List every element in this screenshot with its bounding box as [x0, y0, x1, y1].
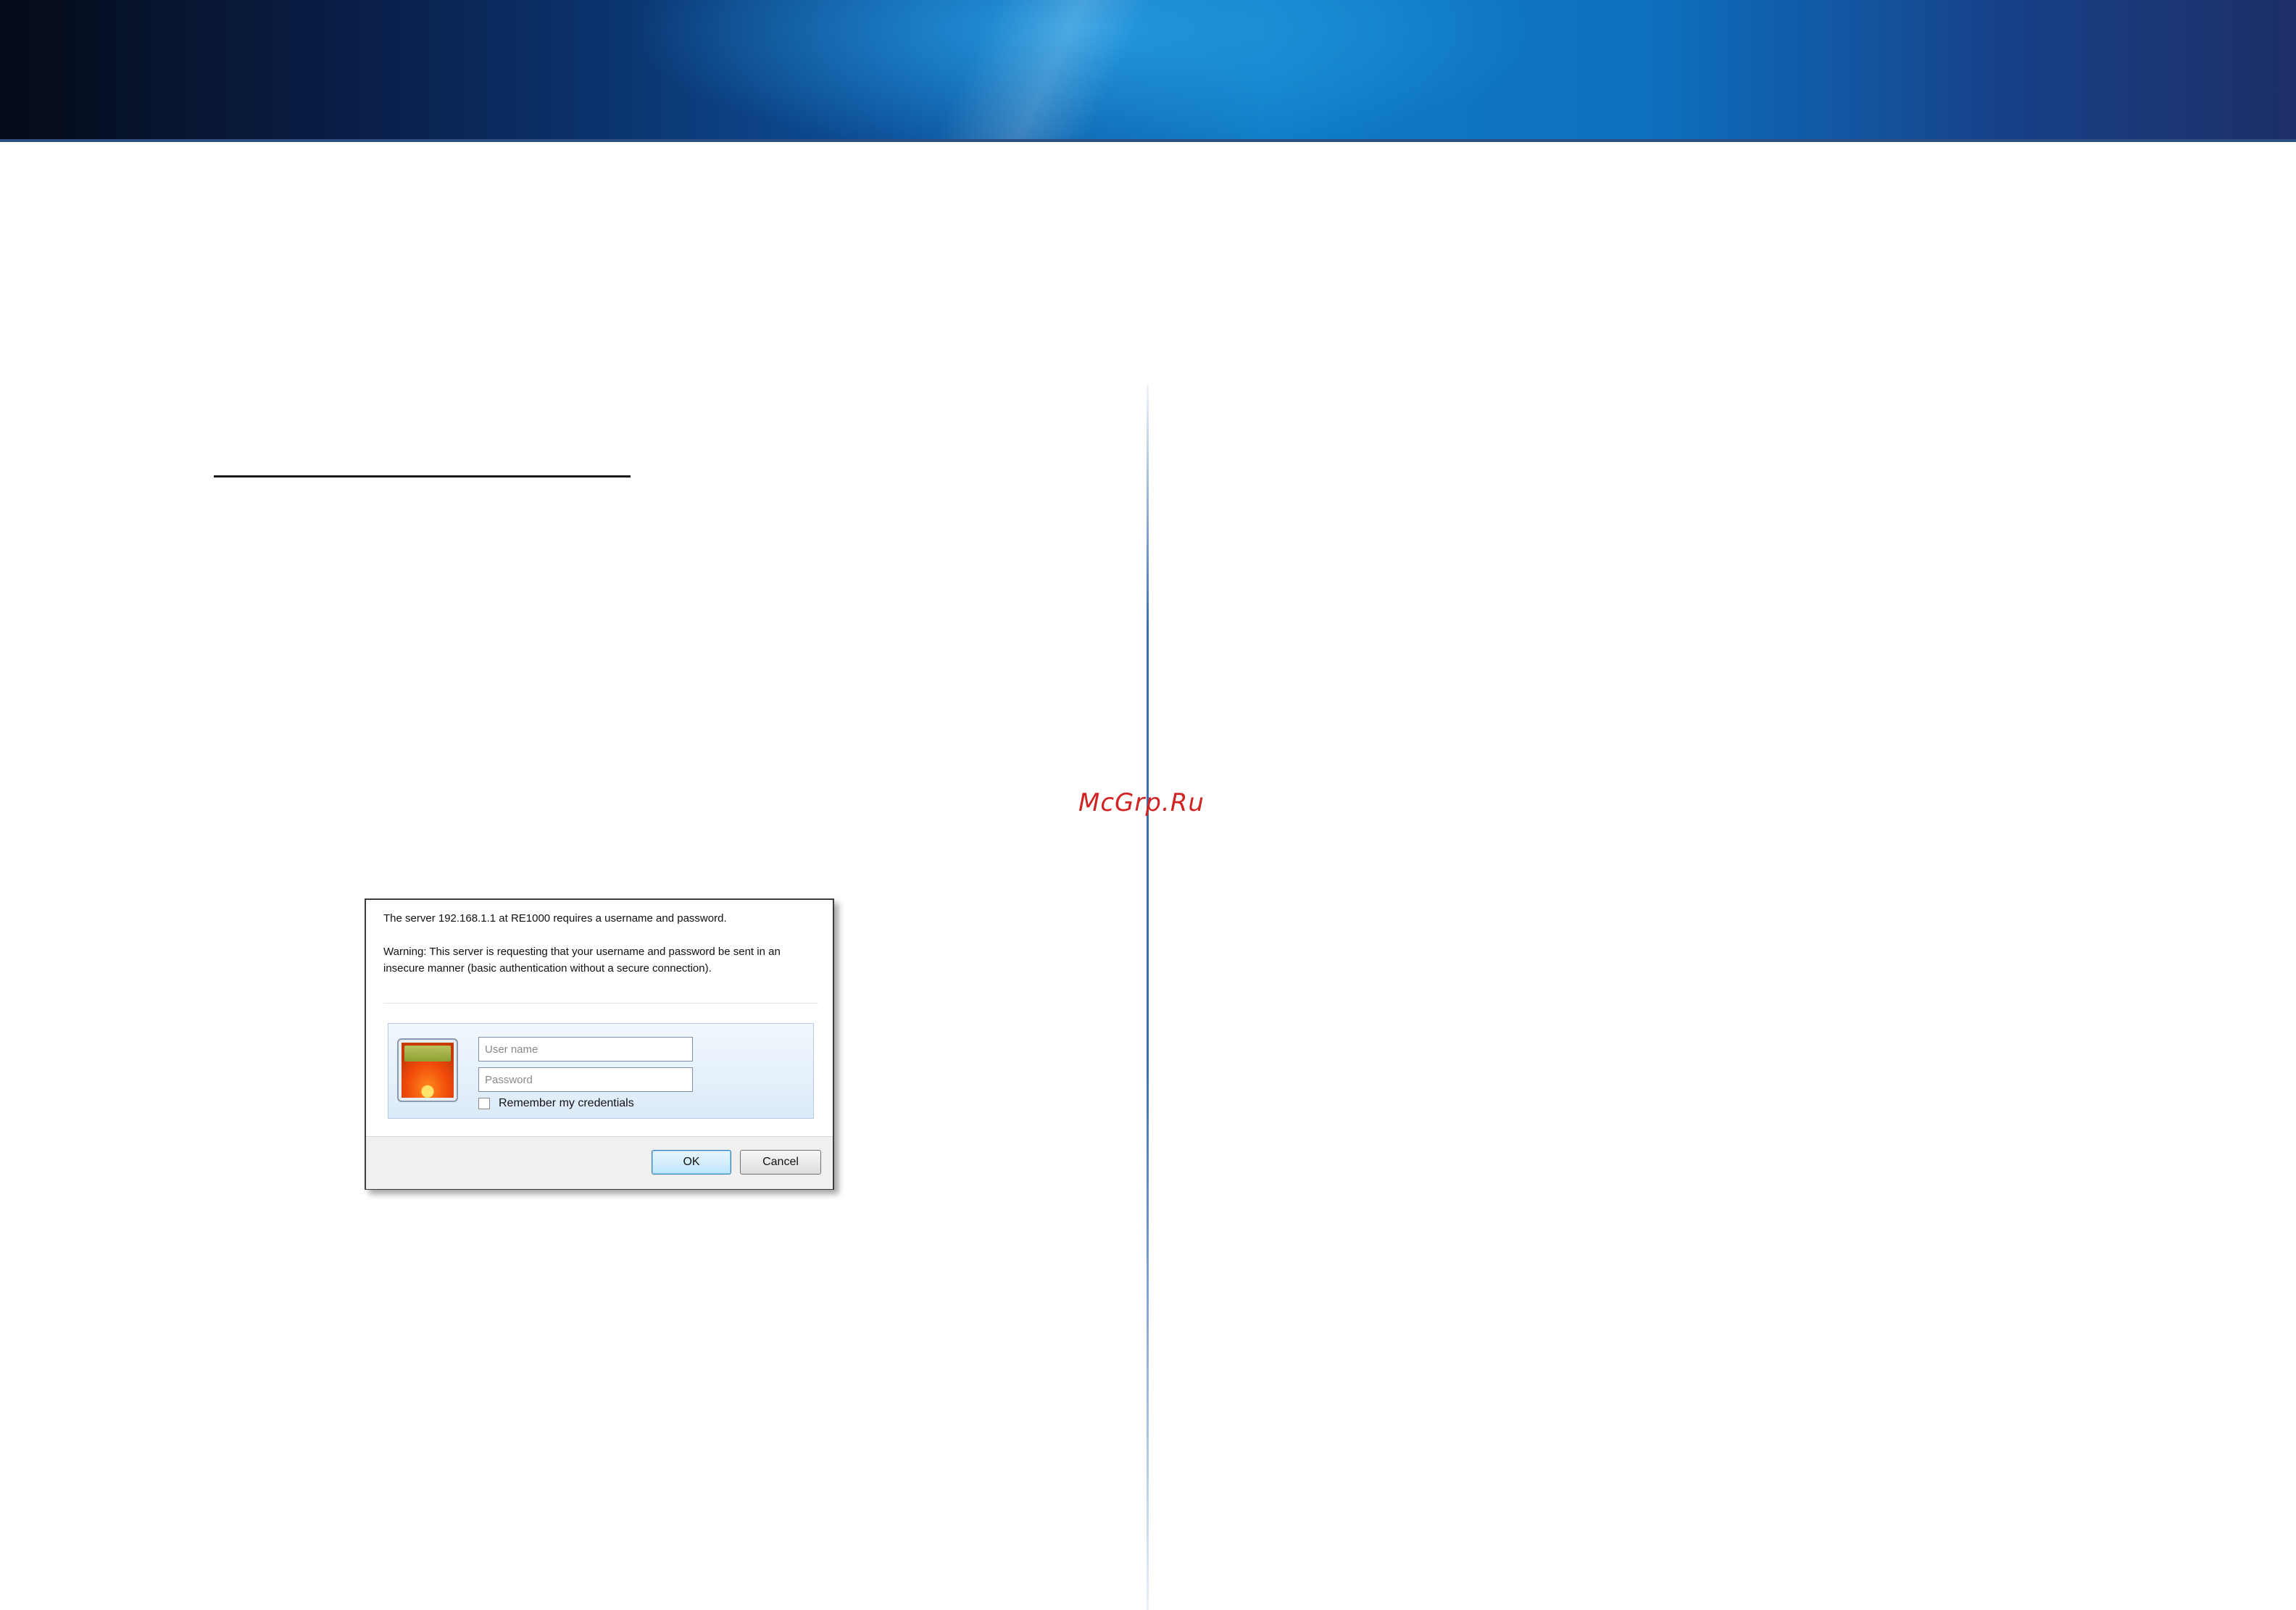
- warning-message: Warning: This server is requesting that …: [383, 946, 781, 975]
- server-message: The server 192.168.1.1 at RE1000 require…: [383, 912, 727, 925]
- remember-checkbox[interactable]: [478, 1098, 490, 1109]
- remember-credentials-row[interactable]: Remember my credentials: [478, 1095, 634, 1112]
- dialog-footer: OK Cancel: [366, 1136, 833, 1189]
- username-input[interactable]: [478, 1037, 693, 1061]
- cancel-button[interactable]: Cancel: [740, 1150, 821, 1175]
- header-banner: [0, 0, 2296, 142]
- section-heading-rule: [214, 475, 631, 477]
- watermark-text: McGrp.Ru: [1078, 788, 1205, 817]
- user-avatar-icon: [397, 1038, 458, 1102]
- ok-button[interactable]: OK: [652, 1150, 731, 1175]
- login-dialog: The server 192.168.1.1 at RE1000 require…: [365, 898, 834, 1190]
- banner-shine: [797, 0, 1305, 139]
- dialog-separator: [383, 1003, 818, 1004]
- password-input[interactable]: [478, 1067, 693, 1092]
- credentials-panel: Remember my credentials: [388, 1023, 814, 1119]
- column-divider: [1147, 384, 1149, 1610]
- avatar-highlight: [404, 1046, 451, 1061]
- remember-label: Remember my credentials: [499, 1097, 634, 1109]
